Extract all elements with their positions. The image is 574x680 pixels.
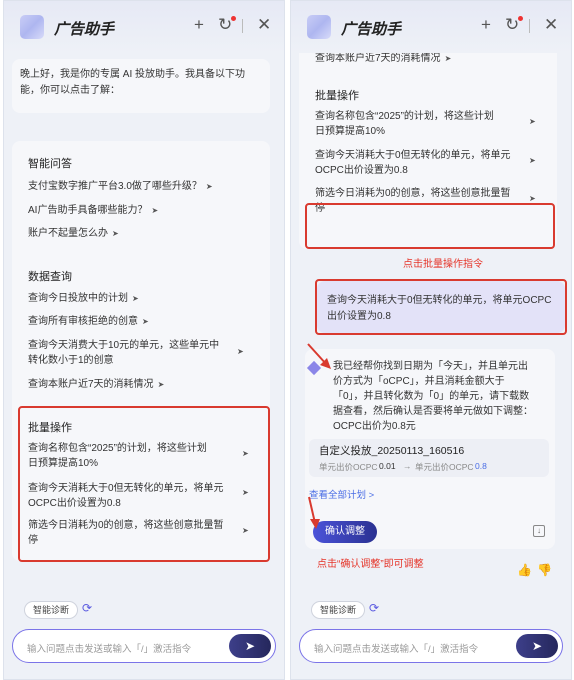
bot-message-card: 我已经帮你找到日期为「今天」，并且单元出 价方式为「oCPC」，并且消耗金额大于…	[305, 349, 555, 549]
close-icon[interactable]: ✕	[544, 15, 558, 35]
annotation-arrow	[307, 343, 331, 369]
logo	[307, 15, 331, 39]
bid-new-label: 单元出价OCPC	[415, 462, 474, 472]
plan-name: 自定义投放_20250113_160516	[319, 445, 465, 457]
close-icon[interactable]: ✕	[257, 15, 271, 35]
divider	[529, 19, 530, 33]
notification-dot	[518, 16, 523, 21]
bid-old-value: 0.01	[379, 461, 396, 471]
data-item-1[interactable]: 查询今日投放中的计划 ➤	[28, 291, 139, 306]
data-item-3a[interactable]: 查询今天消费大于10元的单元，这些单元中	[28, 338, 219, 353]
batch-item-3a[interactable]: 筛选今日消耗为0的创意，将这些创意批量暂	[315, 186, 511, 201]
annotation-arrow	[308, 496, 320, 529]
bot-line-1: 我已经帮你找到日期为「今天」，并且单元出	[333, 361, 528, 372]
send-icon: ➤	[444, 54, 452, 63]
thumbs-down-icon[interactable]: 👎	[537, 563, 552, 577]
send-icon: ➤	[237, 347, 244, 356]
send-icon: ➤	[529, 156, 536, 165]
input-area: 智能诊断 ⟳ 输入问题点击发送或输入「/」激活指令 ➤	[291, 593, 571, 679]
bot-line-2: 价方式为「oCPC」，并且消耗金额大于	[333, 376, 505, 387]
refresh-icon[interactable]: ⟳	[369, 601, 379, 615]
app-title: 广告助手	[54, 21, 115, 38]
left-panel: 广告助手 + ↻ ✕ 晚上好，我是你的专属 AI 投放助手。我具备以下功 能，你…	[3, 0, 285, 680]
data-item-3b[interactable]: 转化数小于1的创意	[28, 353, 114, 368]
batch-item-1a[interactable]: 查询名称包含“2025”的计划，将这些计划	[315, 109, 494, 124]
data-item-4[interactable]: 查询本账户近7天的消耗情况 ➤	[315, 51, 451, 66]
send-icon: ➤	[529, 194, 536, 203]
refresh-icon[interactable]: ⟳	[82, 601, 92, 615]
thumbs-up-icon[interactable]: 👍	[517, 563, 532, 577]
plus-icon[interactable]: +	[481, 15, 491, 35]
send-icon: ➤	[132, 294, 139, 303]
bid-old-label: 单元出价OCPC	[319, 462, 378, 472]
qa-item-3[interactable]: 账户不起量怎么办 ➤	[28, 226, 119, 241]
batch-item-1b[interactable]: 日预算提高10%	[315, 124, 385, 139]
annotation-confirm: 点击“确认调整”即可调整	[317, 559, 424, 570]
input-area: 智能诊断 ⟳ 输入问题点击发送或输入「/」激活指令 ➤	[4, 593, 284, 679]
plus-icon[interactable]: +	[194, 15, 204, 35]
header: 广告助手 + ↻ ✕	[291, 1, 571, 53]
logo	[20, 15, 44, 39]
send-icon: ➤	[151, 206, 159, 215]
send-icon: ➤	[529, 117, 536, 126]
batch-item-2b[interactable]: OCPC出价设置为0.8	[315, 163, 408, 178]
data-item-2[interactable]: 查询所有审核拒绝的创意 ➤	[28, 314, 149, 329]
diagnose-chip[interactable]: 智能诊断	[24, 601, 79, 619]
send-icon: ➤	[205, 182, 213, 191]
chat-input[interactable]: 输入问题点击发送或输入「/」激活指令 ➤	[299, 629, 563, 663]
send-icon: ➤	[157, 380, 165, 389]
right-panel: 查询本账户近7天的消耗情况 ➤ 批量操作 查询名称包含“2025”的计划，将这些计…	[290, 0, 572, 680]
annotation-batch: 点击批量操作指令	[403, 259, 483, 270]
plan-card[interactable]: 自定义投放_20250113_160516 单元出价OCPC 0.01 → 单元…	[309, 439, 549, 477]
highlight-box	[18, 406, 270, 562]
highlight-box	[315, 279, 567, 335]
section-heading-batch: 批量操作	[315, 90, 359, 102]
section-heading-qa: 智能问答	[28, 158, 72, 170]
bot-line-4: 据查看，然后确认是否要将单元做如下调整：	[333, 406, 533, 417]
qa-item-1[interactable]: 支付宝数字推广平台3.0做了哪些升级？ ➤	[28, 179, 213, 194]
bot-line-5: OCPC出价为0.8元	[333, 421, 416, 432]
send-button[interactable]: ➤	[229, 634, 271, 658]
highlight-box	[305, 203, 555, 249]
divider	[242, 19, 243, 33]
greeting-line-1: 晚上好，我是你的专属 AI 投放助手。我具备以下功	[20, 69, 246, 80]
send-icon: ➤	[142, 317, 149, 326]
bot-line-3: 「0」，并且转化数为「0」的单元，请下载数	[333, 391, 530, 402]
qa-item-2[interactable]: AI广告助手具备哪些能力？ ➤	[28, 203, 158, 218]
header: 广告助手 + ↻ ✕	[4, 1, 284, 53]
greeting-card: 晚上好，我是你的专属 AI 投放助手。我具备以下功 能，你可以点击了解：	[12, 59, 270, 113]
notification-dot	[231, 16, 236, 21]
input-placeholder: 输入问题点击发送或输入「/」激活指令	[27, 644, 192, 655]
send-button[interactable]: ➤	[516, 634, 558, 658]
input-placeholder: 输入问题点击发送或输入「/」激活指令	[314, 644, 479, 655]
chat-input[interactable]: 输入问题点击发送或输入「/」激活指令 ➤	[12, 629, 276, 663]
diagnose-chip[interactable]: 智能诊断	[311, 601, 366, 619]
arrow-right-icon: →	[403, 461, 412, 471]
section-heading-data: 数据查询	[28, 271, 72, 283]
app-title: 广告助手	[341, 21, 402, 38]
bid-new-value: 0.8	[475, 461, 487, 471]
send-icon: ➤	[112, 229, 119, 238]
data-item-4[interactable]: 查询本账户近7天的消耗情况 ➤	[28, 377, 164, 392]
greeting-line-2: 能，你可以点击了解：	[20, 85, 120, 96]
batch-item-2a[interactable]: 查询今天消耗大于0但无转化的单元，将单元	[315, 148, 511, 163]
download-icon[interactable]: ↓	[533, 525, 545, 537]
